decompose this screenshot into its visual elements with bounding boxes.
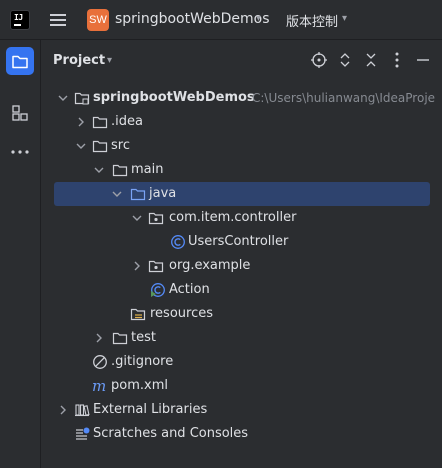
svg-text:m: m [92,378,106,394]
main-menu-icon[interactable] [48,12,68,28]
tree-node-example-package[interactable]: org.example [42,254,442,278]
more-tool-windows-button[interactable] [6,138,34,166]
resources-folder-icon [130,308,146,321]
tool-window-stripe [0,40,41,468]
tree-node-idea[interactable]: .idea [42,110,442,134]
chevron-right-icon[interactable] [58,405,68,415]
tree-node-label: resources [150,306,214,321]
project-tool-window-button[interactable] [6,47,34,75]
maven-icon: m [92,378,106,394]
folder-icon [92,116,108,129]
structure-icon [12,105,28,121]
tree-node-label: com.item.controller [169,210,297,225]
chevron-right-icon[interactable] [132,261,142,271]
tree-node-label: test [131,330,156,345]
folder-icon [112,164,128,177]
structure-tool-window-button[interactable] [6,99,34,127]
expand-all-icon[interactable] [336,51,354,69]
tree-node-label: UsersController [188,234,289,249]
ignore-file-icon [93,355,107,369]
tree-node-label: org.example [169,258,251,273]
tree-node-main[interactable]: main [42,158,442,182]
chevron-down-icon[interactable] [58,93,68,103]
tree-node-path: C:\Users\hulianwang\IdeaProje [252,91,436,105]
chevron-down-icon[interactable]: ▾ [256,13,261,24]
tree-node-label: Scratches and Consoles [93,426,249,441]
vcs-widget[interactable]: 版本控制 [286,11,338,30]
tree-node-label: pom.xml [111,378,168,393]
more-horizontal-icon [11,150,29,154]
chevron-down-icon[interactable]: ▾ [107,55,112,66]
project-badge[interactable]: SW [87,9,109,31]
chevron-down-icon[interactable] [132,213,142,223]
chevron-down-icon[interactable] [76,141,86,151]
tree-node-resources[interactable]: resources [42,302,442,326]
title-bar: IJ SW springbootWebDemos ▾ 版本控制 ▾ [0,0,442,40]
collapse-all-icon[interactable] [362,51,380,69]
package-icon [148,260,164,273]
tree-node-pom[interactable]: m pom.xml [42,374,442,398]
tree-node-src[interactable]: src [42,134,442,158]
panel-title[interactable]: Project [53,53,105,68]
tree-node-action[interactable]: Action [42,278,442,302]
folder-icon [12,55,28,69]
package-icon [148,212,164,225]
intellij-logo-icon[interactable]: IJ [10,10,30,30]
library-icon [75,404,90,417]
chevron-down-icon[interactable]: ▾ [342,13,347,24]
tree-node-java[interactable]: java [54,182,430,206]
module-folder-icon [74,92,90,105]
project-panel-header: Project ▾ [42,40,442,82]
chevron-down-icon[interactable] [94,165,104,175]
scratches-icon [76,427,90,440]
folder-icon [112,332,128,345]
tree-node-label: .gitignore [111,354,174,369]
chevron-right-icon[interactable] [76,117,86,127]
logo-text: IJ [14,13,23,22]
tree-node-gitignore[interactable]: .gitignore [42,350,442,374]
tree-node-test[interactable]: test [42,326,442,350]
tree-node-root[interactable]: springbootWebDemos C:\Users\hulianwang\I… [42,86,442,110]
tree-node-label: Action [169,282,210,297]
tree-node-scratches[interactable]: Scratches and Consoles [42,422,442,446]
folder-icon [92,140,108,153]
tree-node-label: .idea [111,114,143,129]
hide-icon[interactable] [414,51,432,69]
tree-node-label: java [149,186,177,201]
tree-node-users-controller[interactable]: UsersController [42,230,442,254]
java-class-icon [171,235,185,249]
chevron-down-icon[interactable] [112,189,122,199]
project-switcher[interactable]: springbootWebDemos [115,11,270,27]
options-icon[interactable] [388,51,406,69]
tree-node-label: src [111,138,130,153]
locate-icon[interactable] [310,51,328,69]
tree-node-label: main [131,162,164,177]
tree-node-external-libraries[interactable]: External Libraries [42,398,442,422]
tree-node-label: springbootWebDemos [93,90,255,105]
tree-node-controller-package[interactable]: com.item.controller [42,206,442,230]
source-folder-icon [130,188,146,201]
chevron-right-icon[interactable] [94,333,104,343]
java-class-run-icon [151,283,165,297]
tree-node-label: External Libraries [93,402,208,417]
